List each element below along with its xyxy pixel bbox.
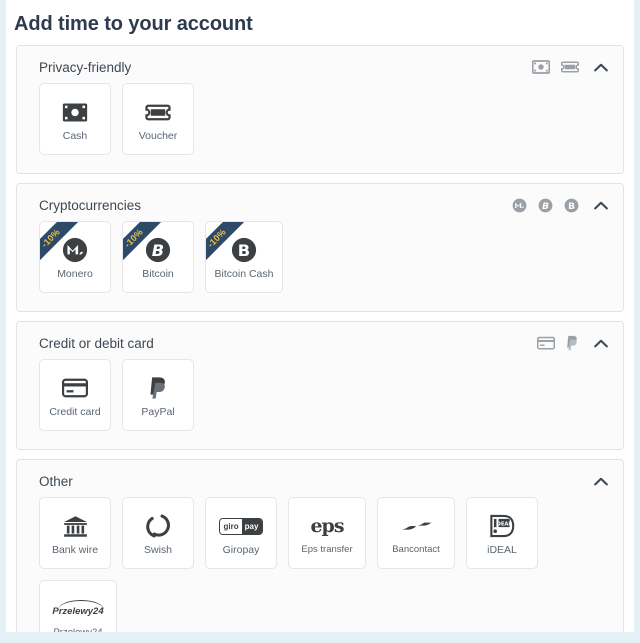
payment-method-label: Bancontact — [392, 544, 440, 555]
section-credit-or-debit-card: Credit or debit card Credit card PayPal — [16, 321, 624, 450]
svg-text:B: B — [152, 241, 164, 260]
payment-sections: Privacy-friendly Cash Voucher Cryptocurr… — [6, 36, 634, 632]
section-header-icons: B B — [512, 197, 609, 213]
payment-method-label: Bitcoin Cash — [214, 268, 274, 280]
method-tiles-cryptocurrencies: -10% Monero -10% B Bitcoin -10% B Bitcoi… — [17, 217, 623, 311]
cash-icon — [532, 60, 550, 74]
giropay-logo-text-primary: giro — [219, 518, 242, 534]
payment-method-bank-wire[interactable]: Bank wire — [39, 497, 111, 569]
bancontact-logo — [400, 510, 432, 542]
voucher-icon — [145, 96, 171, 128]
page-title: Add time to your account — [14, 13, 253, 35]
section-header-icons — [537, 335, 609, 351]
section-header-credit-or-debit-card[interactable]: Credit or debit card — [17, 322, 623, 355]
giropay-logo: giro pay — [218, 510, 264, 542]
method-tiles-credit-or-debit-card: Credit card PayPal — [17, 355, 623, 449]
chevron-up-icon[interactable] — [593, 59, 609, 75]
paypal-icon — [149, 372, 168, 404]
section-header-privacy-friendly[interactable]: Privacy-friendly — [17, 46, 623, 79]
bitcoin-icon: B — [145, 234, 171, 266]
section-title: Cryptocurrencies — [39, 197, 142, 213]
svg-text:B: B — [542, 201, 549, 211]
payment-method-label: Cash — [62, 130, 88, 142]
section-title: Other — [39, 473, 73, 489]
payment-method-przelewy24[interactable]: Przelewy24 Przelewy24 — [39, 580, 117, 632]
monero-icon — [512, 198, 527, 213]
method-tiles-privacy-friendly: Cash Voucher — [17, 79, 623, 173]
payment-methods-page: Add time to your account Privacy-friendl… — [6, 0, 634, 632]
svg-text:DEAL: DEAL — [497, 522, 513, 528]
payment-method-label: Monero — [57, 268, 93, 280]
payment-method-bitcoin[interactable]: -10% B Bitcoin — [122, 221, 194, 293]
bitcoin-cash-icon: B — [231, 234, 257, 266]
payment-method-bitcoin-cash[interactable]: -10% B Bitcoin Cash — [205, 221, 283, 293]
eps-logo-text: eps — [310, 514, 344, 537]
payment-method-giropay[interactable]: giro pay Giropay — [205, 497, 277, 569]
method-tiles-other: Bank wire Swish giro pay Giropay eps Eps… — [17, 493, 623, 632]
payment-method-label: Giropay — [222, 544, 260, 556]
payment-method-label: iDEAL — [487, 544, 517, 556]
payment-method-voucher[interactable]: Voucher — [122, 83, 194, 155]
chevron-up-icon[interactable] — [593, 197, 609, 213]
paypal-icon — [566, 335, 579, 351]
payment-method-label: Przelewy24 — [51, 627, 104, 632]
payment-method-label: Credit card — [49, 406, 101, 418]
credit-card-icon — [62, 372, 88, 404]
chevron-up-icon[interactable] — [593, 335, 609, 351]
monero-icon — [62, 234, 88, 266]
payment-method-monero[interactable]: -10% Monero — [39, 221, 111, 293]
section-cryptocurrencies: Cryptocurrencies B B -10% Monero -10% B … — [16, 183, 624, 312]
section-privacy-friendly: Privacy-friendly Cash Voucher — [16, 45, 624, 174]
payment-method-paypal[interactable]: PayPal — [122, 359, 194, 431]
svg-text:B: B — [568, 201, 575, 211]
payment-method-ideal[interactable]: DEAL iDEAL — [466, 497, 538, 569]
section-header-icons — [532, 59, 609, 75]
chevron-up-icon[interactable] — [593, 473, 609, 489]
section-title: Credit or debit card — [39, 335, 154, 351]
przelewy24-logo: Przelewy24 — [52, 593, 105, 625]
swish-icon — [146, 510, 170, 542]
section-header-other[interactable]: Other — [17, 460, 623, 493]
bank-icon — [63, 510, 88, 542]
svg-text:B: B — [238, 241, 250, 260]
payment-method-eps-transfer[interactable]: eps Eps transfer — [288, 497, 366, 569]
section-header-icons — [590, 473, 609, 489]
payment-method-cash[interactable]: Cash — [39, 83, 111, 155]
credit-card-icon — [537, 336, 555, 350]
bitcoin-icon: B — [538, 198, 553, 213]
payment-method-label: Eps transfer — [301, 544, 353, 555]
bitcoin-cash-icon: B — [564, 198, 579, 213]
payment-method-label: Voucher — [138, 130, 178, 142]
payment-method-bancontact[interactable]: Bancontact — [377, 497, 455, 569]
giropay-logo-text-secondary: pay — [241, 518, 263, 534]
przelewy24-logo-arc — [58, 600, 105, 610]
eps-logo: eps — [310, 510, 344, 542]
section-other: Other Bank wire Swish giro pay Giropay e… — [16, 459, 624, 632]
voucher-icon — [561, 60, 579, 74]
payment-method-swish[interactable]: Swish — [122, 497, 194, 569]
payment-method-label: Bitcoin — [142, 268, 174, 280]
payment-method-label: Bank wire — [51, 544, 99, 556]
ideal-logo: DEAL — [489, 510, 515, 542]
payment-method-credit-card[interactable]: Credit card — [39, 359, 111, 431]
section-header-cryptocurrencies[interactable]: Cryptocurrencies B B — [17, 184, 623, 217]
section-title: Privacy-friendly — [39, 59, 132, 75]
payment-method-label: PayPal — [141, 406, 175, 418]
payment-method-label: Swish — [143, 544, 172, 556]
cash-icon — [62, 96, 88, 128]
